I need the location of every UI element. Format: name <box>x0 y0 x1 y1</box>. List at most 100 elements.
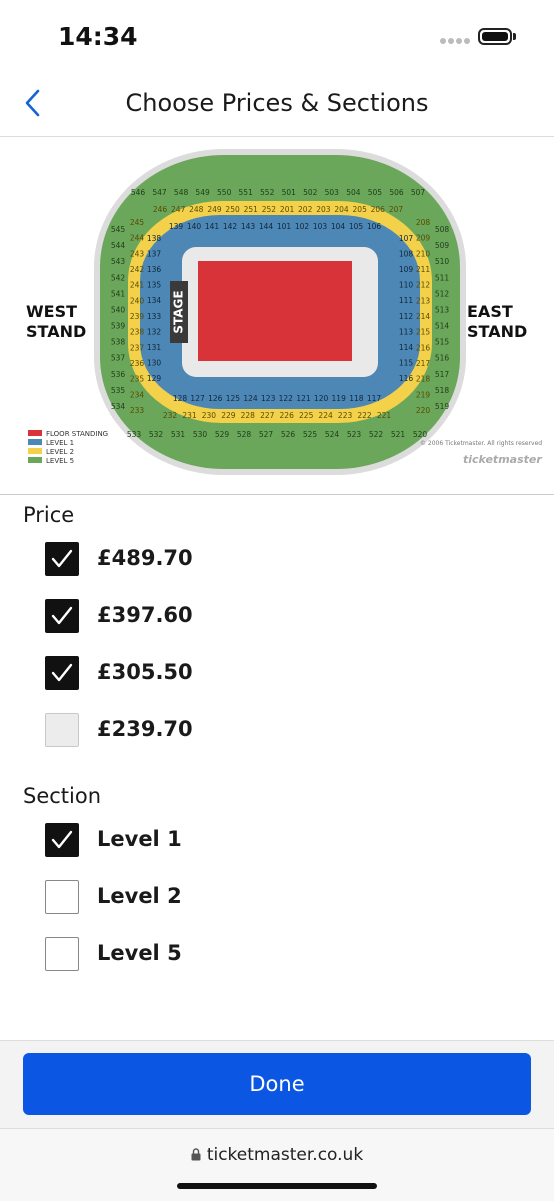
seat-section-label: 227 <box>260 411 275 420</box>
legend-level1: LEVEL 1 <box>46 439 74 447</box>
legend-swatch-level2 <box>28 448 42 454</box>
seat-section-label: 543 <box>111 257 126 266</box>
seat-section-label: 242 <box>130 265 145 274</box>
price-option[interactable]: £489.70 <box>45 542 495 578</box>
seat-section-label: 104 <box>331 222 346 231</box>
seat-section-label: 132 <box>147 327 162 336</box>
seat-section-label: 232 <box>163 411 178 420</box>
seat-section-label: 521 <box>391 430 406 439</box>
section-option[interactable]: Level 2 <box>45 880 495 916</box>
legend-floor: FLOOR STANDING <box>46 430 108 438</box>
seat-section-label: 110 <box>399 281 414 290</box>
seat-section-label: 251 <box>244 205 259 214</box>
section-checkbox[interactable] <box>45 880 79 914</box>
seat-section-label: 535 <box>111 386 126 395</box>
price-option[interactable]: £397.60 <box>45 599 495 635</box>
seat-section-label: 101 <box>277 222 292 231</box>
seat-section-label: 220 <box>416 406 431 415</box>
seat-section-label: 234 <box>130 390 145 399</box>
seat-section-label: 202 <box>298 205 313 214</box>
seat-section-label: 139 <box>169 222 184 231</box>
floor-standing-area[interactable] <box>198 261 352 361</box>
page-title: Choose Prices & Sections <box>125 89 429 117</box>
seat-section-label: 238 <box>130 328 145 337</box>
copyright-text: © 2006 Ticketmaster. All rights reserved <box>420 440 542 447</box>
battery-cap <box>513 33 516 40</box>
seat-section-label: 217 <box>416 359 431 368</box>
url-display[interactable]: ticketmaster.co.uk <box>0 1145 554 1165</box>
seat-section-label: 502 <box>303 188 318 197</box>
seat-section-label: 505 <box>368 188 383 197</box>
seat-section-label: 201 <box>280 205 295 214</box>
price-checkbox[interactable] <box>45 656 79 690</box>
east-stand-line1: EAST <box>467 302 513 321</box>
ticketmaster-logo: ticketmaster <box>463 453 542 466</box>
seat-section-label: 225 <box>299 411 314 420</box>
section-option[interactable]: Level 1 <box>45 823 495 859</box>
done-button[interactable]: Done <box>23 1053 531 1115</box>
price-option-label: £305.50 <box>97 660 193 684</box>
seat-section-label: 252 <box>262 205 277 214</box>
seat-section-label: 247 <box>171 205 186 214</box>
west-stand-line2: STAND <box>26 322 87 341</box>
seat-section-label: 243 <box>130 249 145 258</box>
seat-section-label: 239 <box>130 312 145 321</box>
section-option-label: Level 5 <box>97 941 182 965</box>
section-option-label: Level 2 <box>97 884 182 908</box>
seat-section-label: 527 <box>259 430 274 439</box>
seat-section-label: 114 <box>399 343 414 352</box>
seat-section-label: 105 <box>349 222 364 231</box>
seat-section-label: 524 <box>325 430 340 439</box>
legend-swatch-level1 <box>28 439 42 445</box>
seat-section-label: 135 <box>147 281 162 290</box>
seat-section-label: 137 <box>147 250 162 259</box>
seat-section-label: 528 <box>237 430 252 439</box>
seat-section-label: 231 <box>182 411 197 420</box>
seat-section-label: 129 <box>147 374 162 383</box>
seat-section-label: 218 <box>416 375 431 384</box>
seat-section-label: 106 <box>367 222 382 231</box>
seat-section-label: 214 <box>416 312 431 321</box>
seat-section-label: 545 <box>111 225 126 234</box>
section-checkbox[interactable] <box>45 823 79 857</box>
seat-section-label: 112 <box>399 312 414 321</box>
seat-section-label: 102 <box>295 222 310 231</box>
seat-section-label: 539 <box>111 322 126 331</box>
seat-section-label: 204 <box>334 205 349 214</box>
seat-section-label: 205 <box>353 205 368 214</box>
section-checkbox[interactable] <box>45 937 79 971</box>
seat-section-label: 119 <box>332 394 347 403</box>
seat-section-label: 507 <box>411 188 426 197</box>
seat-section-label: 117 <box>367 394 382 403</box>
price-checkbox[interactable] <box>45 542 79 576</box>
seat-section-label: 237 <box>130 343 145 352</box>
seat-section-label: 124 <box>243 394 258 403</box>
price-option-label: £397.60 <box>97 603 193 627</box>
east-stand-label: EAST STAND <box>467 302 527 342</box>
price-option[interactable]: £239.70 <box>45 713 495 749</box>
seat-section-label: 108 <box>399 250 414 259</box>
seat-section-label: 517 <box>435 370 450 379</box>
seat-section-label: 506 <box>389 188 404 197</box>
stage-label: STAGE <box>172 290 186 333</box>
seat-section-label: 213 <box>416 296 431 305</box>
price-option[interactable]: £305.50 <box>45 656 495 692</box>
home-indicator[interactable] <box>177 1183 377 1189</box>
east-stand-line2: STAND <box>467 322 528 341</box>
seat-section-label: 130 <box>147 358 162 367</box>
seat-section-label: 215 <box>416 328 431 337</box>
footer: Done <box>0 1040 554 1129</box>
map-legend: FLOOR STANDING LEVEL 1 LEVEL 2 LEVEL 5 <box>28 430 108 465</box>
west-stand-line1: WEST <box>26 302 78 321</box>
seating-map[interactable]: STAGE 546 547 548 549 550 551 552 501 502 503 504 5… <box>0 137 554 495</box>
section-option[interactable]: Level 5 <box>45 937 495 973</box>
legend-swatch-floor <box>28 430 42 436</box>
seat-section-label: 121 <box>296 394 311 403</box>
seat-section-label: 236 <box>130 359 145 368</box>
seat-section-label: 233 <box>130 406 145 415</box>
browser-url-bar: ticketmaster.co.uk <box>0 1128 554 1201</box>
seat-section-label: 125 <box>226 394 241 403</box>
price-checkbox[interactable] <box>45 599 79 633</box>
seat-section-label: 127 <box>190 394 205 403</box>
seat-section-label: 552 <box>260 188 275 197</box>
